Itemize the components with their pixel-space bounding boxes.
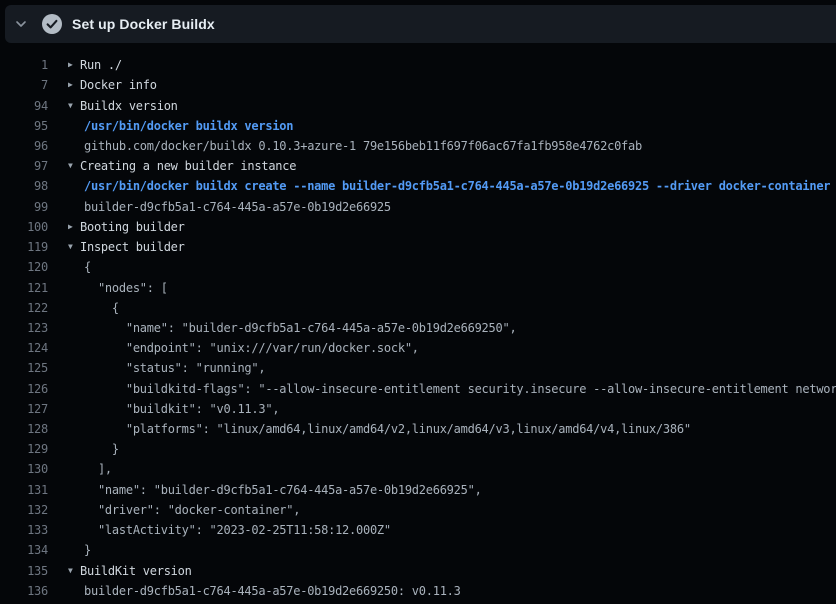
- line-number[interactable]: 123: [0, 321, 48, 335]
- log-text: {: [84, 260, 91, 274]
- log-text: "nodes": [: [84, 281, 168, 295]
- line-number[interactable]: 134: [0, 543, 48, 557]
- log-text: "name": "builder-d9cfb5a1-c764-445a-a57e…: [84, 321, 516, 335]
- log-text: }: [84, 543, 91, 557]
- log-text: github.com/docker/buildx 0.10.3+azure-1 …: [84, 139, 642, 153]
- line-number[interactable]: 136: [0, 584, 48, 598]
- group-label[interactable]: Booting builder: [80, 220, 185, 234]
- line-number[interactable]: 126: [0, 382, 48, 396]
- group-label[interactable]: Creating a new builder instance: [80, 159, 296, 173]
- triangle-expanded-icon[interactable]: ▼: [68, 243, 80, 251]
- log-line-row: 124 "endpoint": "unix:///var/run/docker.…: [0, 338, 836, 358]
- line-number[interactable]: 99: [0, 200, 48, 214]
- line-number[interactable]: 94: [0, 99, 48, 113]
- log-group-row[interactable]: 135 ▼BuildKit version: [0, 560, 836, 580]
- line-number[interactable]: 100: [0, 220, 48, 234]
- log-text: "name": "builder-d9cfb5a1-c764-445a-a57e…: [84, 483, 482, 497]
- line-number[interactable]: 129: [0, 442, 48, 456]
- log-line-row: 127 "buildkit": "v0.11.3",: [0, 399, 836, 419]
- line-number[interactable]: 97: [0, 159, 48, 173]
- log-group-row[interactable]: 1 ▶Run ./: [0, 55, 836, 75]
- line-number[interactable]: 124: [0, 341, 48, 355]
- line-number[interactable]: 130: [0, 462, 48, 476]
- log-text: "lastActivity": "2023-02-25T11:58:12.000…: [84, 523, 391, 537]
- log-line-row: 99 builder-d9cfb5a1-c764-445a-a57e-0b19d2…: [0, 197, 836, 217]
- log-lines: 1▶Run ./7▶Docker info94▼Buildx version95…: [0, 55, 836, 601]
- log-line-row: 134}: [0, 540, 836, 560]
- group-label[interactable]: BuildKit version: [80, 564, 192, 578]
- line-number[interactable]: 125: [0, 361, 48, 375]
- check-circle-icon: [41, 13, 63, 35]
- log-text: "driver": "docker-container",: [84, 503, 300, 517]
- log-line-row: 96 github.com/docker/buildx 0.10.3+azure-…: [0, 136, 836, 156]
- log-line-row: 120 {: [0, 257, 836, 277]
- line-number[interactable]: 120: [0, 260, 48, 274]
- log-line-row: 130 ],: [0, 459, 836, 479]
- log-text: "status": "running",: [84, 361, 265, 375]
- log-line-row: 121 "nodes": [: [0, 277, 836, 297]
- log-line-row: 126 "buildkitd-flags": "--allow-insecure…: [0, 379, 836, 399]
- chevron-down-icon[interactable]: [15, 18, 27, 30]
- line-number[interactable]: 119: [0, 240, 48, 254]
- step-title: Set up Docker Buildx: [72, 16, 215, 32]
- line-number[interactable]: 7: [0, 78, 48, 92]
- group-label[interactable]: Inspect builder: [80, 240, 185, 254]
- log-line-row: 136 builder-d9cfb5a1-c764-445a-a57e-0b19d…: [0, 581, 836, 601]
- triangle-expanded-icon[interactable]: ▼: [68, 567, 80, 575]
- log-group-row[interactable]: 7 ▶Docker info: [0, 75, 836, 95]
- line-number[interactable]: 98: [0, 179, 48, 193]
- triangle-expanded-icon[interactable]: ▼: [68, 162, 80, 170]
- line-number[interactable]: 121: [0, 281, 48, 295]
- log-text: "endpoint": "unix:///var/run/docker.sock…: [84, 341, 419, 355]
- command-text: /usr/bin/docker buildx create --name bui…: [84, 179, 830, 193]
- line-number[interactable]: 131: [0, 483, 48, 497]
- log-text: builder-d9cfb5a1-c764-445a-a57e-0b19d2e6…: [84, 584, 461, 598]
- line-number[interactable]: 122: [0, 301, 48, 315]
- triangle-expanded-icon[interactable]: ▼: [68, 102, 80, 110]
- line-number[interactable]: 127: [0, 402, 48, 416]
- log-line-row: 98/usr/bin/docker buildx create --name b…: [0, 176, 836, 196]
- triangle-collapsed-icon[interactable]: ▶: [68, 223, 80, 231]
- log-line-row: 125 "status": "running",: [0, 358, 836, 378]
- group-label[interactable]: Run ./: [80, 58, 122, 72]
- log-group-row[interactable]: 94 ▼Buildx version: [0, 95, 836, 115]
- group-label[interactable]: Docker info: [80, 78, 157, 92]
- line-number[interactable]: 133: [0, 523, 48, 537]
- triangle-collapsed-icon[interactable]: ▶: [68, 81, 80, 89]
- log-text: "buildkit": "v0.11.3",: [84, 402, 279, 416]
- line-number[interactable]: 128: [0, 422, 48, 436]
- log-line-row: 132 "driver": "docker-container",: [0, 500, 836, 520]
- log-group-row[interactable]: 97 ▼Creating a new builder instance: [0, 156, 836, 176]
- log-line-row: 128 "platforms": "linux/amd64,linux/amd6…: [0, 419, 836, 439]
- step-header[interactable]: Set up Docker Buildx: [5, 5, 836, 43]
- log-text: ],: [84, 462, 112, 476]
- line-number[interactable]: 135: [0, 564, 48, 578]
- log-group-row[interactable]: 119 ▼Inspect builder: [0, 237, 836, 257]
- command-text: /usr/bin/docker buildx version: [84, 119, 293, 133]
- actions-log-viewer: Set up Docker Buildx 1▶Run ./7▶Docker in…: [0, 0, 836, 604]
- log-line-row: 129 }: [0, 439, 836, 459]
- line-number[interactable]: 132: [0, 503, 48, 517]
- log-line-row: 133 "lastActivity": "2023-02-25T11:58:12…: [0, 520, 836, 540]
- line-number[interactable]: 96: [0, 139, 48, 153]
- log-text: "platforms": "linux/amd64,linux/amd64/v2…: [84, 422, 691, 436]
- log-line-row: 122 {: [0, 298, 836, 318]
- log-text: builder-d9cfb5a1-c764-445a-a57e-0b19d2e6…: [84, 200, 391, 214]
- line-number[interactable]: 95: [0, 119, 48, 133]
- triangle-collapsed-icon[interactable]: ▶: [68, 61, 80, 69]
- log-line-row: 123 "name": "builder-d9cfb5a1-c764-445a-…: [0, 318, 836, 338]
- log-group-row[interactable]: 100 ▶Booting builder: [0, 217, 836, 237]
- log-line-row: 131 "name": "builder-d9cfb5a1-c764-445a-…: [0, 480, 836, 500]
- line-number[interactable]: 1: [0, 58, 48, 72]
- group-label[interactable]: Buildx version: [80, 99, 178, 113]
- log-text: }: [84, 442, 119, 456]
- log-line-row: 95/usr/bin/docker buildx version: [0, 116, 836, 136]
- log-text: "buildkitd-flags": "--allow-insecure-ent…: [84, 382, 836, 396]
- log-text: {: [84, 301, 119, 315]
